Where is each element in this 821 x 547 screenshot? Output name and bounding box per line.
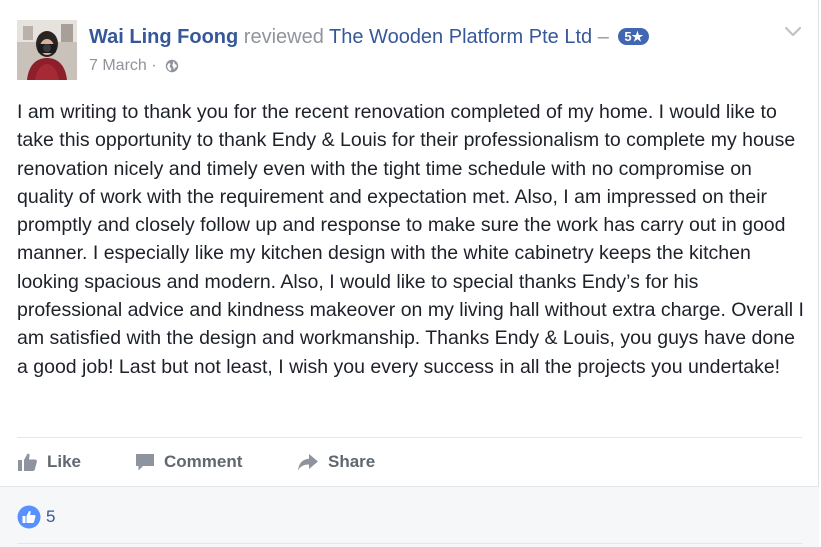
like-button[interactable]: Like [17, 449, 81, 475]
avatar-photo [17, 20, 77, 80]
share-button[interactable]: Share [297, 449, 375, 475]
chevron-down-icon[interactable] [783, 24, 803, 40]
page-link[interactable]: The Wooden Platform Pte Ltd [329, 26, 592, 48]
globe-icon[interactable] [165, 59, 179, 79]
reaction-summary[interactable]: 5 [17, 505, 55, 529]
comment-icon [136, 454, 154, 471]
reaction-count: 5 [46, 507, 56, 526]
share-arrow-icon [298, 454, 318, 471]
review-post: Wai Ling Foong reviewed The Wooden Platf… [0, 0, 819, 547]
author-name[interactable]: Wai Ling Foong [89, 26, 238, 48]
comment-button[interactable]: Comment [135, 449, 242, 475]
bottom-divider [17, 543, 802, 544]
meta-separator: · [151, 57, 157, 74]
review-header: Wai Ling Foong reviewed The Wooden Platf… [89, 24, 650, 50]
share-label: Share [328, 452, 376, 471]
comment-label: Comment [164, 452, 243, 471]
header-dash: – [597, 26, 609, 48]
avatar[interactable] [17, 20, 77, 80]
thumbs-up-icon [17, 505, 41, 529]
reactions-footer: 5 [0, 486, 819, 547]
rating-badge: 5★ [618, 28, 650, 45]
post-meta: 7 March · [89, 56, 179, 79]
review-verb: reviewed [243, 26, 324, 48]
thumbs-up-icon [18, 453, 37, 471]
post-date[interactable]: 7 March [89, 57, 147, 74]
actions-divider [17, 437, 802, 438]
review-text: I am writing to thank you for the recent… [17, 101, 804, 378]
like-label: Like [47, 452, 82, 471]
